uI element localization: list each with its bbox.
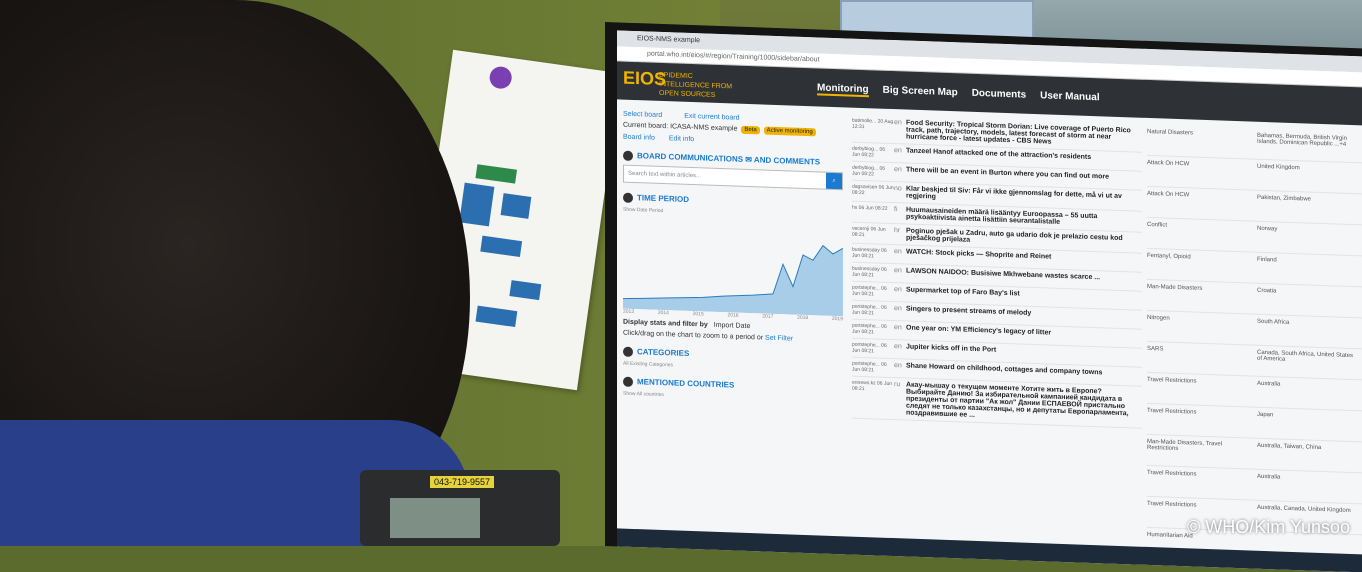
- office-scene: EIOS-NMS example portal.who.int/eios/#/r…: [0, 0, 1362, 572]
- article-category: Attack On HCW: [1147, 159, 1190, 168]
- article-title[interactable]: LAWSON NAIDOO: Busisiwe Mkhwebane wastes…: [906, 268, 1100, 287]
- article-country: Finland: [1257, 256, 1277, 264]
- desk-phone: 043-719-9557: [360, 470, 560, 546]
- nav-monitoring[interactable]: Monitoring: [817, 82, 869, 98]
- article-country: Canada, South Africa, United States of A…: [1257, 349, 1354, 363]
- article-language: hr: [894, 227, 901, 235]
- article-country: Australia, Taiwan, China: [1257, 442, 1322, 452]
- search-icon[interactable]: ⌕: [826, 172, 842, 190]
- article-title[interactable]: Акау-мышау о текущем моменте Хотите жить…: [906, 382, 1142, 425]
- photo-credit: © WHO/Kim Yunsoo: [1187, 517, 1350, 537]
- article-country: Australia: [1257, 380, 1281, 388]
- article-language: en: [894, 362, 902, 370]
- article-source: businessday 06 Jun 08:21: [852, 265, 887, 279]
- article-source: portstephe... 06 Jun 08:21: [852, 341, 887, 355]
- article-source: ennews.kz 06 Jun 08:21: [852, 379, 893, 393]
- display-stats-label: Display stats and filter by: [623, 318, 708, 329]
- main-nav: Monitoring Big Screen Map Documents User…: [817, 82, 1100, 105]
- article-title[interactable]: Jupiter kicks off in the Port: [906, 344, 996, 359]
- article-category: Man-Made Disasters, Travel Restrictions: [1147, 438, 1223, 453]
- article-language: en: [894, 305, 902, 313]
- article-title[interactable]: Singers to present streams of melody: [906, 306, 1031, 322]
- board-info-link[interactable]: Board info: [623, 134, 655, 142]
- article-source: portstephe... 06 Jun 08:21: [852, 322, 887, 336]
- article-title[interactable]: Shane Howard on childhood, cottages and …: [906, 363, 1102, 382]
- article-source: hs 06 Jun 08:22: [852, 204, 888, 212]
- set-filter-button[interactable]: Set Filter: [765, 335, 793, 343]
- active-monitoring-badge: Active monitoring: [763, 126, 816, 137]
- article-country: Japan: [1257, 411, 1274, 419]
- current-board: Current board: ICASA-NMS example: [623, 121, 738, 133]
- left-panel: Select board Exit current board Current …: [622, 107, 844, 555]
- article-title[interactable]: Supermarket top of Faro Bay's list: [906, 287, 1020, 303]
- article-country: Norway: [1257, 225, 1278, 233]
- article-language: en: [894, 119, 902, 127]
- article-title[interactable]: Food Security: Tropical Storm Dorian: Li…: [906, 120, 1142, 149]
- article-category: Attack On HCW: [1147, 190, 1190, 199]
- article-country: Australia: [1257, 473, 1281, 481]
- article-category: Nitrogen: [1147, 314, 1170, 322]
- import-date-select[interactable]: Import Date: [714, 322, 751, 330]
- article-meta-list: Natural Disasters Bahamas, Bermuda, Briti…: [1147, 124, 1362, 572]
- article-title[interactable]: One year on: YM Efficiency's legacy of l…: [906, 325, 1051, 342]
- article-language: no: [894, 185, 902, 193]
- article-category: Travel Restrictions: [1147, 469, 1197, 478]
- article-country: Pakistan, Zimbabwe: [1257, 194, 1312, 203]
- article-source: vecernji 06 Jun 08:21: [852, 225, 886, 239]
- eios-logo-sub: EPIDEMIC INTELLIGENCE FROM OPEN SOURCES: [659, 71, 733, 99]
- article-language: en: [894, 147, 902, 155]
- article-country: Bahamas, Bermuda, British Virgin Islands…: [1257, 132, 1347, 148]
- article-source: dagsavisen 06 Jun 08:22: [852, 183, 894, 197]
- nav-user-manual[interactable]: User Manual: [1040, 90, 1099, 105]
- article-source: portstephe... 06 Jun 08:21: [852, 284, 887, 298]
- eios-screen: EIOS-NMS example portal.who.int/eios/#/r…: [617, 30, 1362, 572]
- article-title[interactable]: WATCH: Stock picks — Shoprite and Reinet: [906, 249, 1051, 266]
- select-board-link[interactable]: Select board: [623, 111, 662, 119]
- article-language: en: [894, 166, 902, 174]
- article-category: SARS: [1147, 345, 1164, 353]
- article-category: Travel Restrictions: [1147, 376, 1197, 385]
- phone-screen: [390, 498, 480, 538]
- article-source: portstephe... 06 Jun 08:21: [852, 360, 887, 374]
- nav-big-screen-map[interactable]: Big Screen Map: [883, 85, 958, 101]
- article-source: batimolle... 20 Aug 12:31: [852, 117, 894, 131]
- article-language: en: [894, 267, 902, 275]
- article-country: Croatia: [1257, 287, 1277, 295]
- article-category: Natural Disasters: [1147, 128, 1194, 137]
- article-language: ru: [894, 381, 901, 389]
- article-source: businessday 06 Jun 08:21: [852, 246, 887, 260]
- article-language: en: [894, 248, 902, 256]
- article-category: Man-Made Disasters: [1147, 283, 1203, 292]
- monitor: EIOS-NMS example portal.who.int/eios/#/r…: [605, 22, 1362, 572]
- article-category: Travel Restrictions: [1147, 407, 1197, 416]
- beta-badge: Beta: [741, 125, 760, 135]
- time-series-chart[interactable]: [622, 219, 844, 317]
- article-row[interactable]: ennews.kz 06 Jun 08:21 ru Акау-мышау о тек…: [852, 376, 1142, 429]
- article-title[interactable]: Tanzeel Hanof attacked one of the attrac…: [906, 148, 1091, 166]
- article-country: United Kingdom: [1257, 163, 1300, 172]
- article-language: en: [894, 343, 902, 351]
- article-source: derbybiog... 06 Jun 08:22: [852, 164, 886, 178]
- nav-documents[interactable]: Documents: [972, 88, 1026, 103]
- article-language: en: [894, 286, 902, 294]
- zoom-hint: Click/drag on the chart to zoom to a per…: [623, 329, 764, 342]
- pushpin-icon: [488, 65, 514, 91]
- phone-label: 043-719-9557: [430, 476, 495, 488]
- article-language: fi: [894, 206, 898, 214]
- exit-board-link[interactable]: Exit current board: [684, 113, 739, 122]
- article-source: portstephe... 06 Jun 08:21: [852, 303, 887, 317]
- article-category: Fentanyl, Opioid: [1147, 252, 1191, 261]
- article-language: en: [894, 324, 902, 332]
- article-list: batimolle... 20 Aug 12:31 en Food Security…: [852, 114, 1142, 565]
- article-category: Conflict: [1147, 221, 1168, 229]
- article-country: South Africa: [1257, 318, 1290, 326]
- article-search-input[interactable]: Search text within articles... ⌕: [623, 164, 843, 191]
- edit-info-link[interactable]: Edit info: [669, 135, 694, 143]
- article-source: derbybiog... 06 Jun 08:22: [852, 145, 886, 159]
